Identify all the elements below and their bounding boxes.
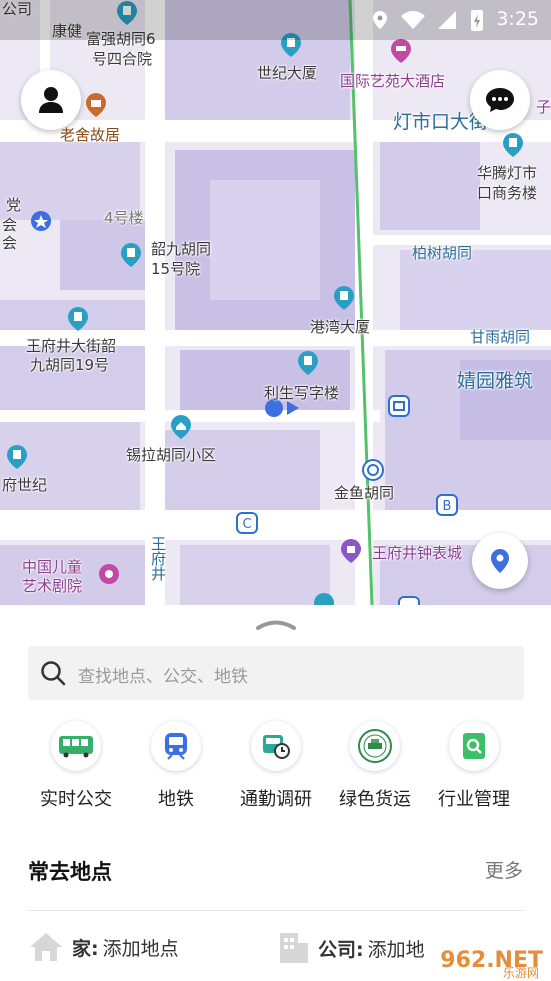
map-label: 华腾灯市: [477, 164, 538, 182]
chat-bubble-icon: [486, 88, 514, 112]
quick-action-label: 绿色货运: [339, 789, 411, 810]
home-icon: [30, 933, 62, 961]
map-label: 会: [2, 234, 18, 252]
building-poi-icon[interactable]: [120, 242, 142, 268]
building-poi-icon[interactable]: [333, 285, 355, 311]
landmark-poi-icon[interactable]: [85, 92, 107, 118]
quick-action-subway[interactable]: 地铁: [126, 721, 226, 811]
map-label: 15号院: [151, 260, 201, 278]
industry-management-icon: [449, 721, 499, 771]
map-label: 口商务楼: [477, 184, 538, 202]
divider: [28, 910, 524, 911]
map-label: 甘雨胡同: [470, 328, 531, 346]
map-label: 老舍故居: [60, 126, 121, 144]
metro-station-icon[interactable]: [388, 395, 410, 421]
building-poi-icon[interactable]: [6, 444, 28, 470]
map-base: [0, 0, 551, 605]
sheet-drag-handle[interactable]: [256, 617, 296, 631]
quick-action-label: 地铁: [158, 789, 194, 810]
subway-line-icon[interactable]: [362, 459, 384, 485]
battery-charging-icon: [471, 10, 483, 31]
search-input[interactable]: 查找地点、公交、地铁: [28, 646, 524, 700]
map-label: 会: [2, 216, 18, 234]
map-label: 锡拉胡同小区: [126, 446, 217, 464]
location-status-icon: [373, 11, 387, 29]
svg-text:B: B: [443, 499, 452, 514]
green-freight-icon: [350, 721, 400, 771]
map-label: 柏树胡同: [412, 244, 473, 262]
company-place-item[interactable]: 公司: 添加地: [276, 931, 425, 965]
search-placeholder: 查找地点、公交、地铁: [78, 667, 248, 687]
home-value: 添加地点: [102, 937, 179, 960]
building-poi-icon[interactable]: [502, 132, 524, 158]
more-link[interactable]: 更多: [485, 856, 523, 883]
map-label: 韶九胡同: [151, 240, 212, 258]
map-label: 港湾大厦: [310, 318, 371, 336]
user-icon: [39, 87, 63, 113]
subway-icon: [151, 721, 201, 771]
chat-button[interactable]: [470, 70, 530, 130]
quick-action-label: 实时公交: [40, 789, 112, 810]
map-label: 中国儿童: [22, 558, 83, 576]
commute-survey-icon: [251, 721, 301, 771]
map-label: 国际艺苑大酒店: [340, 72, 446, 90]
signal-icon: [438, 11, 456, 29]
building-poi-icon[interactable]: [313, 592, 335, 605]
government-poi-icon[interactable]: [30, 210, 52, 236]
status-bar: 3:25: [0, 0, 551, 40]
map-label: 利生写字楼: [264, 384, 340, 402]
quick-action-green-freight[interactable]: 绿色货运: [325, 721, 425, 811]
map-label: 号四合院: [92, 50, 153, 68]
quick-action-industry-management[interactable]: 行业管理: [424, 721, 524, 811]
locate-button[interactable]: [472, 533, 528, 589]
quick-action-label: 通勤调研: [240, 789, 312, 810]
company-value: 添加地: [367, 938, 425, 961]
bottom-sheet: 查找地点、公交、地铁 实时公交 地铁 通勤调研 绿色货运 行业管理 常去地点 更…: [0, 605, 551, 981]
bus-stop-c-icon[interactable]: C: [236, 512, 258, 538]
map-label: 党: [6, 196, 22, 214]
frequent-places-title: 常去地点: [28, 860, 112, 884]
building-poi-icon[interactable]: [67, 306, 89, 332]
quick-action-commute-survey[interactable]: 通勤调研: [226, 721, 326, 811]
home-place-item[interactable]: 家: 添加地点: [28, 931, 179, 963]
map-label: 九胡同19号: [30, 356, 110, 374]
svg-text:C: C: [242, 517, 251, 532]
map-view[interactable]: B C 公司 康健 富强胡同6 号四合院 世纪大厦 国际艺苑大酒店 子 老舍故居…: [0, 0, 551, 605]
bus-icon: [51, 721, 101, 771]
map-label: 王府井钟表城: [372, 544, 463, 562]
metro-station-icon[interactable]: [398, 596, 420, 605]
theater-poi-icon[interactable]: [98, 562, 120, 588]
home-label: 家:: [72, 937, 99, 960]
hotel-poi-icon[interactable]: [390, 38, 412, 64]
map-label: 世纪大厦: [257, 64, 318, 82]
map-label: 王府井大街韶: [26, 337, 117, 355]
wifi-icon: [401, 11, 425, 29]
search-icon: [41, 661, 66, 686]
quick-action-realtime-bus[interactable]: 实时公交: [26, 721, 126, 811]
company-building-icon: [280, 933, 308, 963]
quick-action-label: 行业管理: [438, 789, 510, 810]
map-label: 4号楼: [104, 209, 144, 227]
location-pin-icon: [491, 549, 509, 573]
company-label: 公司:: [318, 938, 364, 961]
map-label: 子: [536, 98, 551, 116]
map-label: 艺术剧院: [22, 577, 83, 595]
residential-poi-icon[interactable]: [170, 414, 192, 440]
bus-stop-b-icon[interactable]: B: [436, 494, 458, 520]
shopping-poi-icon[interactable]: [340, 538, 362, 564]
status-time: 3:25: [496, 8, 539, 30]
map-label: 府世纪: [2, 476, 48, 494]
building-poi-icon[interactable]: [297, 350, 319, 376]
map-label: 王府井: [149, 536, 167, 581]
map-label: 婧园雅筑: [457, 370, 534, 392]
watermark-sub: 乐游网: [502, 966, 539, 980]
map-label: 金鱼胡同: [334, 484, 395, 502]
profile-button[interactable]: [21, 70, 81, 130]
